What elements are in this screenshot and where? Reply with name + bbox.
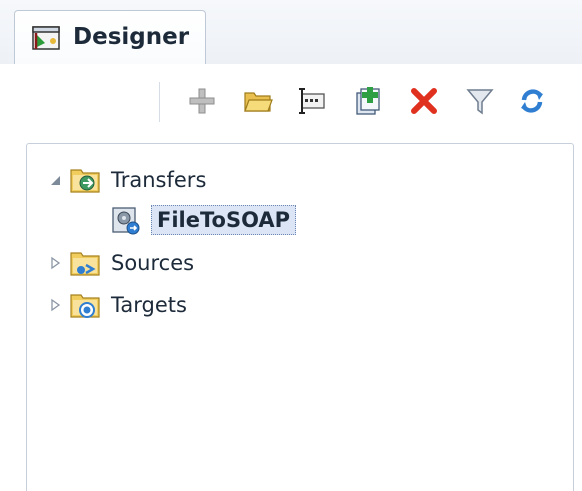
designer-icon [32,26,60,50]
filter-icon [466,89,494,115]
toolbar [0,64,582,140]
targets-folder-icon [70,294,100,318]
tab-label: Designer [73,24,190,50]
transfer-item-icon [112,207,140,235]
transfers-folder-icon [70,169,100,193]
tab-designer[interactable]: Designer [14,10,206,64]
tree-item-targets[interactable]: Targets [47,287,187,323]
delete-button[interactable] [406,82,442,120]
delete-icon [411,88,437,114]
expand-arrow-icon[interactable] [47,297,63,313]
collapse-arrow-icon[interactable] [47,172,63,188]
edit-button[interactable] [294,82,330,120]
open-folder-button[interactable] [240,82,276,120]
new-item-icon [356,87,380,115]
edit-icon [299,88,325,114]
tree-item-transfers[interactable]: Transfers [47,162,206,198]
expand-arrow-icon[interactable] [47,255,63,271]
tree-item-sources[interactable]: Sources [47,245,194,281]
sources-folder-icon [70,252,100,276]
tree-item-label: Targets [111,293,187,317]
tree-view: Transfers FileToSOAP Sources Targets [26,143,574,491]
toolbar-separator [159,82,160,122]
filter-button[interactable] [462,82,498,120]
tree-item-label: Sources [111,251,195,275]
tab-strip: Designer [0,0,582,65]
add-button[interactable] [184,82,220,120]
designer-panel: Designer Transfers FileToSOAP Sources Ta… [0,0,582,491]
refresh-button[interactable] [514,82,550,120]
tree-item-label: Transfers [111,168,207,192]
tree-item-label-selected: FileToSOAP [151,205,297,235]
open-folder-icon [244,92,273,112]
add-icon [189,88,215,114]
tree-item-filetosoap[interactable]: FileToSOAP [109,202,297,238]
refresh-icon [521,89,543,113]
new-item-button[interactable] [350,82,386,120]
